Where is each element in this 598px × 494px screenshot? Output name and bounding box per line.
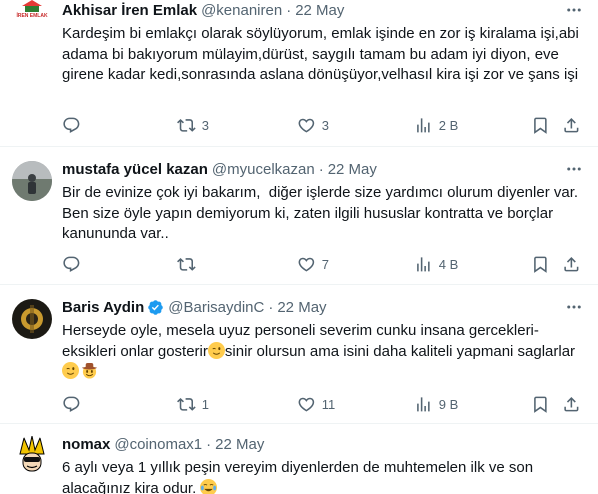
views-button[interactable]: 4 B [414, 255, 458, 274]
reply-button[interactable] [62, 116, 87, 135]
retweet-button[interactable] [177, 255, 202, 274]
avatar-photo [12, 299, 52, 339]
author-name[interactable]: mustafa yücel kazan [62, 161, 208, 178]
share-button[interactable] [562, 116, 581, 135]
avatar-photo [12, 161, 52, 201]
iren-emlak-logo: İREN EMLAK [16, 0, 48, 19]
retweet-button[interactable]: 3 [177, 116, 209, 135]
avatar[interactable] [12, 436, 52, 476]
svg-text:İREN EMLAK: İREN EMLAK [16, 12, 48, 19]
separator-dot: · [268, 298, 274, 316]
author-handle[interactable]: @kenaniren [201, 2, 282, 19]
like-button[interactable]: 11 [297, 395, 335, 414]
like-icon [297, 395, 316, 414]
author-name[interactable]: Akhisar İren Emlak [62, 2, 197, 19]
tweet-time[interactable]: 22 May [295, 2, 344, 19]
share-icon [562, 395, 581, 414]
tears-of-joy-emoji [200, 478, 218, 494]
reply-button[interactable] [62, 395, 87, 414]
tweet-time[interactable]: 22 May [328, 161, 377, 178]
retweet-count: 3 [201, 117, 209, 133]
tweet-time[interactable]: 22 May [215, 436, 264, 453]
wink-emoji [62, 362, 79, 379]
tweet-text: Herseyde oyle, mesela uyuz personeli sev… [62, 321, 584, 383]
author-handle[interactable]: @coinomax1 [114, 436, 202, 453]
avatar[interactable] [12, 161, 52, 201]
tweet-text: 6 aylı veya 1 yıllık peşin vereyim diyen… [62, 459, 538, 494]
author-name[interactable]: Baris Aydin [62, 299, 144, 316]
like-icon [297, 255, 316, 274]
verified-icon [148, 299, 164, 315]
tweet-text: Kardeşim bi emlakçı olarak söylüyorum, e… [62, 25, 584, 83]
reply-icon [62, 395, 81, 414]
retweet-button[interactable]: 1 [177, 395, 209, 414]
tweet[interactable]: Baris Aydin @BarisaydinC · 22 May Hersey… [0, 285, 598, 422]
views-icon [414, 116, 433, 135]
author-handle[interactable]: @BarisaydinC [168, 299, 264, 316]
author-name[interactable]: nomax [62, 436, 110, 453]
bookmark-button[interactable] [531, 255, 550, 274]
tweet-text: Bir de evinize çok iyi bakarım, diğer iş… [62, 184, 583, 242]
tweet[interactable]: İREN EMLAK Akhisar İren Emlak @kenaniren… [0, 0, 598, 146]
bookmark-icon [531, 395, 550, 414]
views-count: 2 B [438, 117, 459, 133]
retweet-icon [177, 116, 196, 135]
share-icon [562, 255, 581, 274]
share-button[interactable] [562, 395, 581, 414]
share-button[interactable] [562, 255, 581, 274]
retweet-count: 1 [201, 396, 209, 412]
separator-dot: · [286, 1, 292, 19]
separator-dot: · [318, 160, 324, 178]
views-icon [414, 395, 433, 414]
avatar[interactable]: İREN EMLAK [12, 0, 52, 22]
views-icon [414, 255, 433, 274]
views-count: 4 B [438, 256, 459, 272]
avatar-photo [12, 436, 52, 476]
tweet[interactable]: mustafa yücel kazan @myucelkazan · 22 Ma… [0, 147, 598, 284]
bookmark-icon [531, 255, 550, 274]
bookmark-button[interactable] [531, 395, 550, 414]
cowboy-emoji [81, 362, 98, 379]
like-count: 11 [321, 396, 336, 412]
bookmark-button[interactable] [531, 116, 550, 135]
tweet-time[interactable]: 22 May [277, 299, 326, 316]
avatar[interactable] [12, 299, 52, 339]
views-button[interactable]: 9 B [414, 395, 458, 414]
reply-icon [62, 116, 81, 135]
separator-dot: · [206, 435, 212, 453]
views-button[interactable]: 2 B [414, 116, 458, 135]
wink-emoji [207, 341, 225, 359]
retweet-icon [177, 255, 196, 274]
views-count: 9 B [438, 396, 459, 412]
like-button[interactable]: 7 [297, 255, 329, 274]
reply-icon [62, 255, 81, 274]
more-icon[interactable] [564, 159, 584, 179]
like-count: 7 [321, 256, 329, 272]
retweet-icon [177, 395, 196, 414]
like-icon [297, 116, 316, 135]
author-handle[interactable]: @myucelkazan [212, 161, 315, 178]
bookmark-icon [531, 116, 550, 135]
share-icon [562, 116, 581, 135]
reply-button[interactable] [62, 255, 87, 274]
more-icon[interactable] [564, 0, 584, 20]
like-button[interactable]: 3 [297, 116, 329, 135]
more-icon[interactable] [564, 297, 584, 317]
like-count: 3 [321, 117, 329, 133]
tweet[interactable]: nomax @coinomax1 · 22 May 6 aylı veya 1 … [0, 424, 598, 494]
